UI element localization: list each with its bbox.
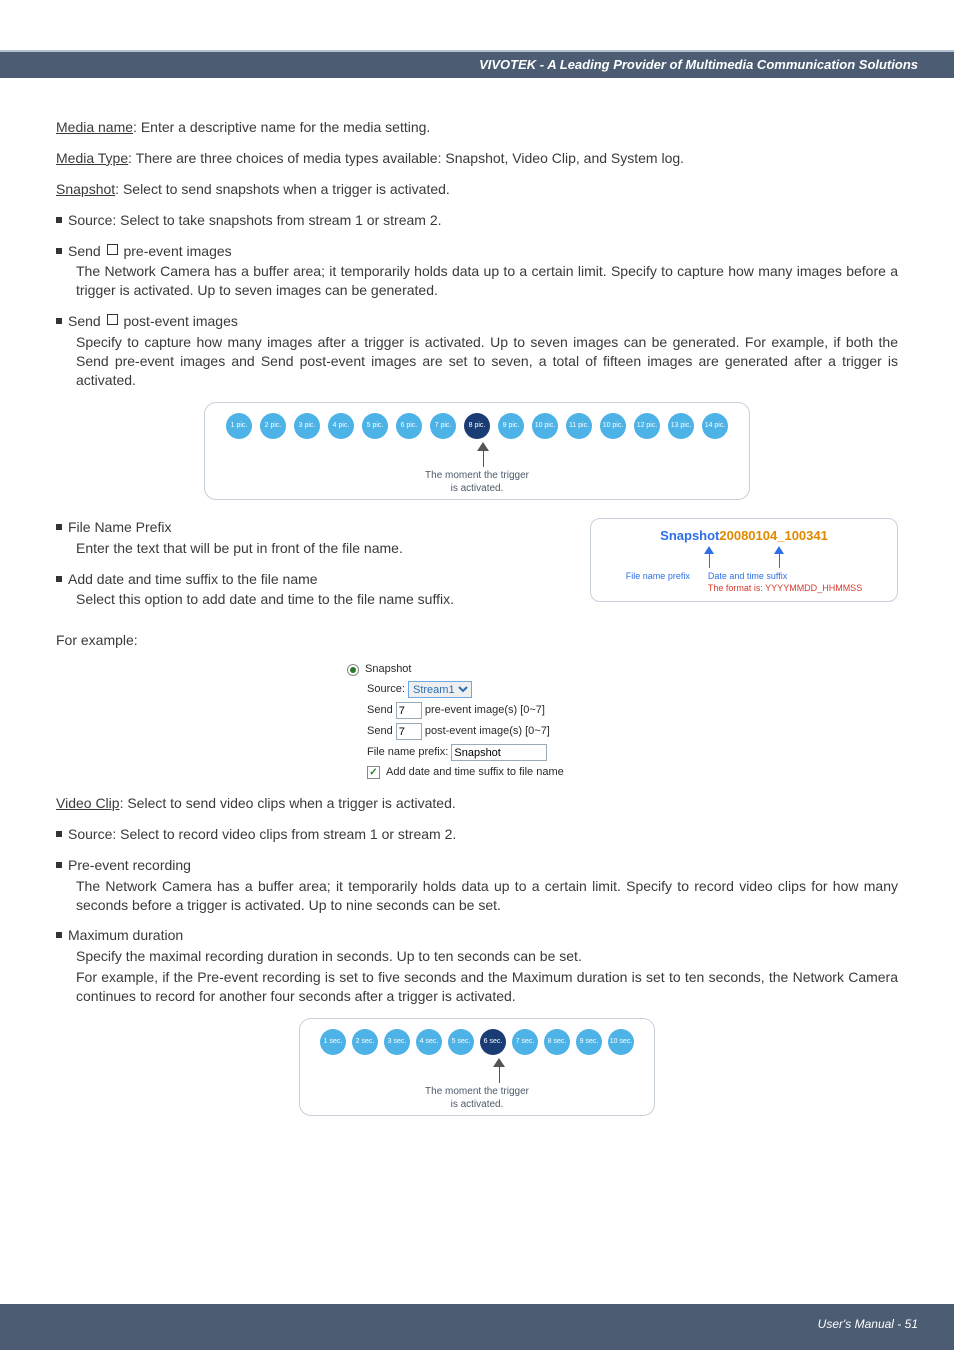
trigger-caption: is activated. [312, 1098, 642, 1112]
snapshot-label: Snapshot [56, 181, 115, 197]
video-clip-label: Video Clip [56, 795, 120, 811]
sequence-circle: 10 pic. [532, 413, 558, 439]
send-pre-tail: pre-event image(s) [0~7] [425, 703, 545, 718]
filename-suffix-label: Date and time suffix [708, 571, 787, 581]
arrow-up-icon [493, 1058, 505, 1067]
send-post-tail: post-event image(s) [0~7] [425, 724, 550, 739]
media-name-label: Media name [56, 119, 133, 135]
max-dur-body1: Specify the maximal recording duration i… [56, 947, 898, 966]
open-box-icon [107, 244, 118, 255]
sequence-circle: 10 pic. [600, 413, 626, 439]
snapshot-source: Source: Select to take snapshots from st… [56, 211, 898, 230]
pre-rec-body: The Network Camera has a buffer area; it… [56, 877, 898, 915]
snapshot-radio[interactable] [347, 664, 359, 676]
add-suffix-body: Select this option to add date and time … [56, 590, 572, 609]
sequence-circle: 4 pic. [328, 413, 354, 439]
file-prefix-body: Enter the text that will be put in front… [56, 539, 572, 558]
header-brand: VIVOTEK - A Leading Provider of Multimed… [0, 52, 954, 78]
sequence-circle: 12 pic. [634, 413, 660, 439]
sequence-circle: 1 pic. [226, 413, 252, 439]
source-label: Source: [367, 682, 405, 697]
sequence-circle: 9 sec. [576, 1029, 602, 1055]
source-select[interactable]: Stream1 [408, 681, 472, 698]
sequence-circle: 13 pic. [668, 413, 694, 439]
sequence-circle: 9 pic. [498, 413, 524, 439]
sequence-circle: 3 sec. [384, 1029, 410, 1055]
add-suffix-heading: Add date and time suffix to the file nam… [56, 570, 572, 589]
add-suffix-label: Add date and time suffix to file name [386, 765, 564, 780]
file-prefix-heading: File Name Prefix [56, 518, 572, 537]
arrow-up-icon [704, 546, 714, 568]
sequence-circle: 5 pic. [362, 413, 388, 439]
sequence-circle: 10 sec. [608, 1029, 634, 1055]
sequence-circle: 4 sec. [416, 1029, 442, 1055]
filename-format: The format is: YYYYMMDD_HHMMSS [708, 583, 862, 593]
send-pre-label: Send [367, 703, 393, 718]
footer-text: User's Manual - 51 [818, 1316, 918, 1332]
pre-event-heading: Send pre-event images [56, 242, 898, 261]
pre-event-body: The Network Camera has a buffer area; it… [56, 262, 898, 300]
sequence-circle: 6 pic. [396, 413, 422, 439]
send-post-label: Send [367, 724, 393, 739]
prefix-input[interactable] [451, 744, 547, 761]
sequence-circle: 14 pic. [702, 413, 728, 439]
prefix-label: File name prefix: [367, 745, 448, 760]
for-example: For example: [56, 631, 898, 650]
pre-rec-heading: Pre-event recording [56, 856, 898, 875]
arrow-up-icon [774, 546, 784, 568]
media-type-label: Media Type [56, 150, 128, 166]
sequence-circle: 7 sec. [512, 1029, 538, 1055]
sequence-circle: 11 pic. [566, 413, 592, 439]
post-event-body: Specify to capture how many images after… [56, 333, 898, 390]
post-event-heading: Send post-event images [56, 312, 898, 331]
video-clip-intro: Video Clip: Select to send video clips w… [56, 794, 898, 813]
sequence-circle: 6 sec. [480, 1029, 506, 1055]
sec-sequence-diagram: 1 sec.2 sec.3 sec.4 sec.5 sec.6 sec.7 se… [299, 1018, 655, 1116]
sequence-circle: 2 sec. [352, 1029, 378, 1055]
pic-sequence-diagram: 1 pic. 2 pic. 3 pic. 4 pic. 5 pic. 6 pic. 7 pi… [204, 402, 750, 500]
filename-prefix: Snapshot [660, 528, 719, 543]
sequence-circle: 7 pic. [430, 413, 456, 439]
max-dur-body2: For example, if the Pre-event recording … [56, 968, 898, 1006]
media-type-line: Media Type: There are three choices of m… [56, 149, 898, 168]
sequence-circle: 8 pic. [464, 413, 490, 439]
arrow-up-icon [477, 442, 489, 451]
filename-example-box: Snapshot20080104_100341 File name prefix… [590, 518, 898, 602]
sequence-circle: 8 sec. [544, 1029, 570, 1055]
snapshot-form: Snapshot Source: Stream1 Send pre-event … [347, 662, 607, 780]
add-suffix-checkbox[interactable]: ✓ [367, 766, 380, 779]
max-dur-heading: Maximum duration [56, 926, 898, 945]
filename-suffix: 20080104_100341 [719, 528, 827, 543]
send-post-input[interactable] [396, 723, 422, 740]
snapshot-intro-line: Snapshot: Select to send snapshots when … [56, 180, 898, 199]
clip-source: Source: Select to record video clips fro… [56, 825, 898, 844]
filename-prefix-label: File name prefix [626, 570, 690, 594]
sequence-circle: 3 pic. [294, 413, 320, 439]
send-pre-input[interactable] [396, 702, 422, 719]
sequence-circle: 5 sec. [448, 1029, 474, 1055]
sequence-circle: 1 sec. [320, 1029, 346, 1055]
sequence-circle: 2 pic. [260, 413, 286, 439]
trigger-caption: is activated. [223, 482, 731, 496]
snapshot-radio-label: Snapshot [365, 662, 411, 677]
open-box-icon [107, 314, 118, 325]
media-name-line: Media name: Enter a descriptive name for… [56, 118, 898, 137]
trigger-caption: The moment the trigger [312, 1085, 642, 1099]
trigger-caption: The moment the trigger [223, 469, 731, 483]
